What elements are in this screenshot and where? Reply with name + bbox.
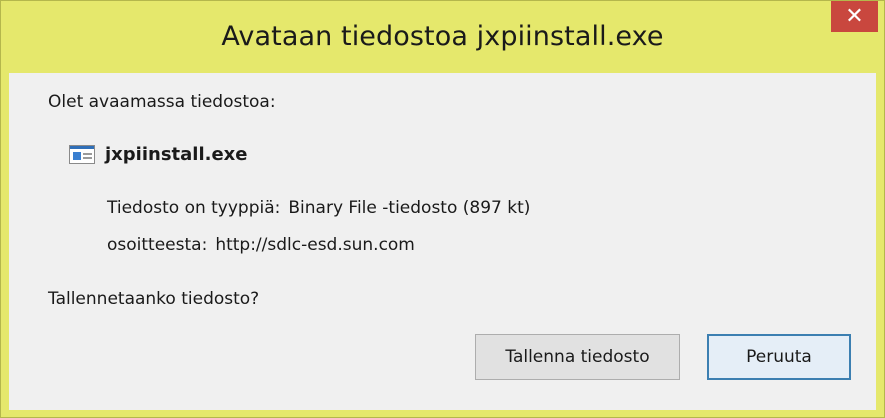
file-name: jxpiinstall.exe xyxy=(105,144,248,165)
save-question: Tallennetaanko tiedosto? xyxy=(48,289,260,309)
file-source-label: osoitteesta: xyxy=(107,235,208,255)
window-title: Avataan tiedostoa jxpiinstall.exe xyxy=(221,21,664,52)
file-source-row: osoitteesta: http://sdlc-esd.sun.com xyxy=(107,235,415,255)
title-bar[interactable]: Avataan tiedostoa jxpiinstall.exe ✕ xyxy=(1,1,884,73)
file-source-value: http://sdlc-esd.sun.com xyxy=(215,235,415,255)
save-file-button[interactable]: Tallenna tiedosto xyxy=(475,334,680,380)
file-type-row: Tiedosto on tyyppiä: Binary File -tiedost… xyxy=(107,198,530,218)
file-type-label: Tiedosto on tyyppiä: xyxy=(107,198,281,218)
intro-text: Olet avaamassa tiedostoa: xyxy=(48,92,276,112)
close-icon: ✕ xyxy=(845,4,864,29)
file-type-value: Binary File -tiedosto (897 kt) xyxy=(288,198,531,218)
cancel-button[interactable]: Peruuta xyxy=(707,334,851,380)
exe-file-icon xyxy=(69,145,95,164)
close-button[interactable]: ✕ xyxy=(831,1,878,32)
dialog-window: Avataan tiedostoa jxpiinstall.exe ✕ Olet… xyxy=(0,0,885,418)
dialog-body: Olet avaamassa tiedostoa: jxpiinstall.ex… xyxy=(9,73,876,410)
